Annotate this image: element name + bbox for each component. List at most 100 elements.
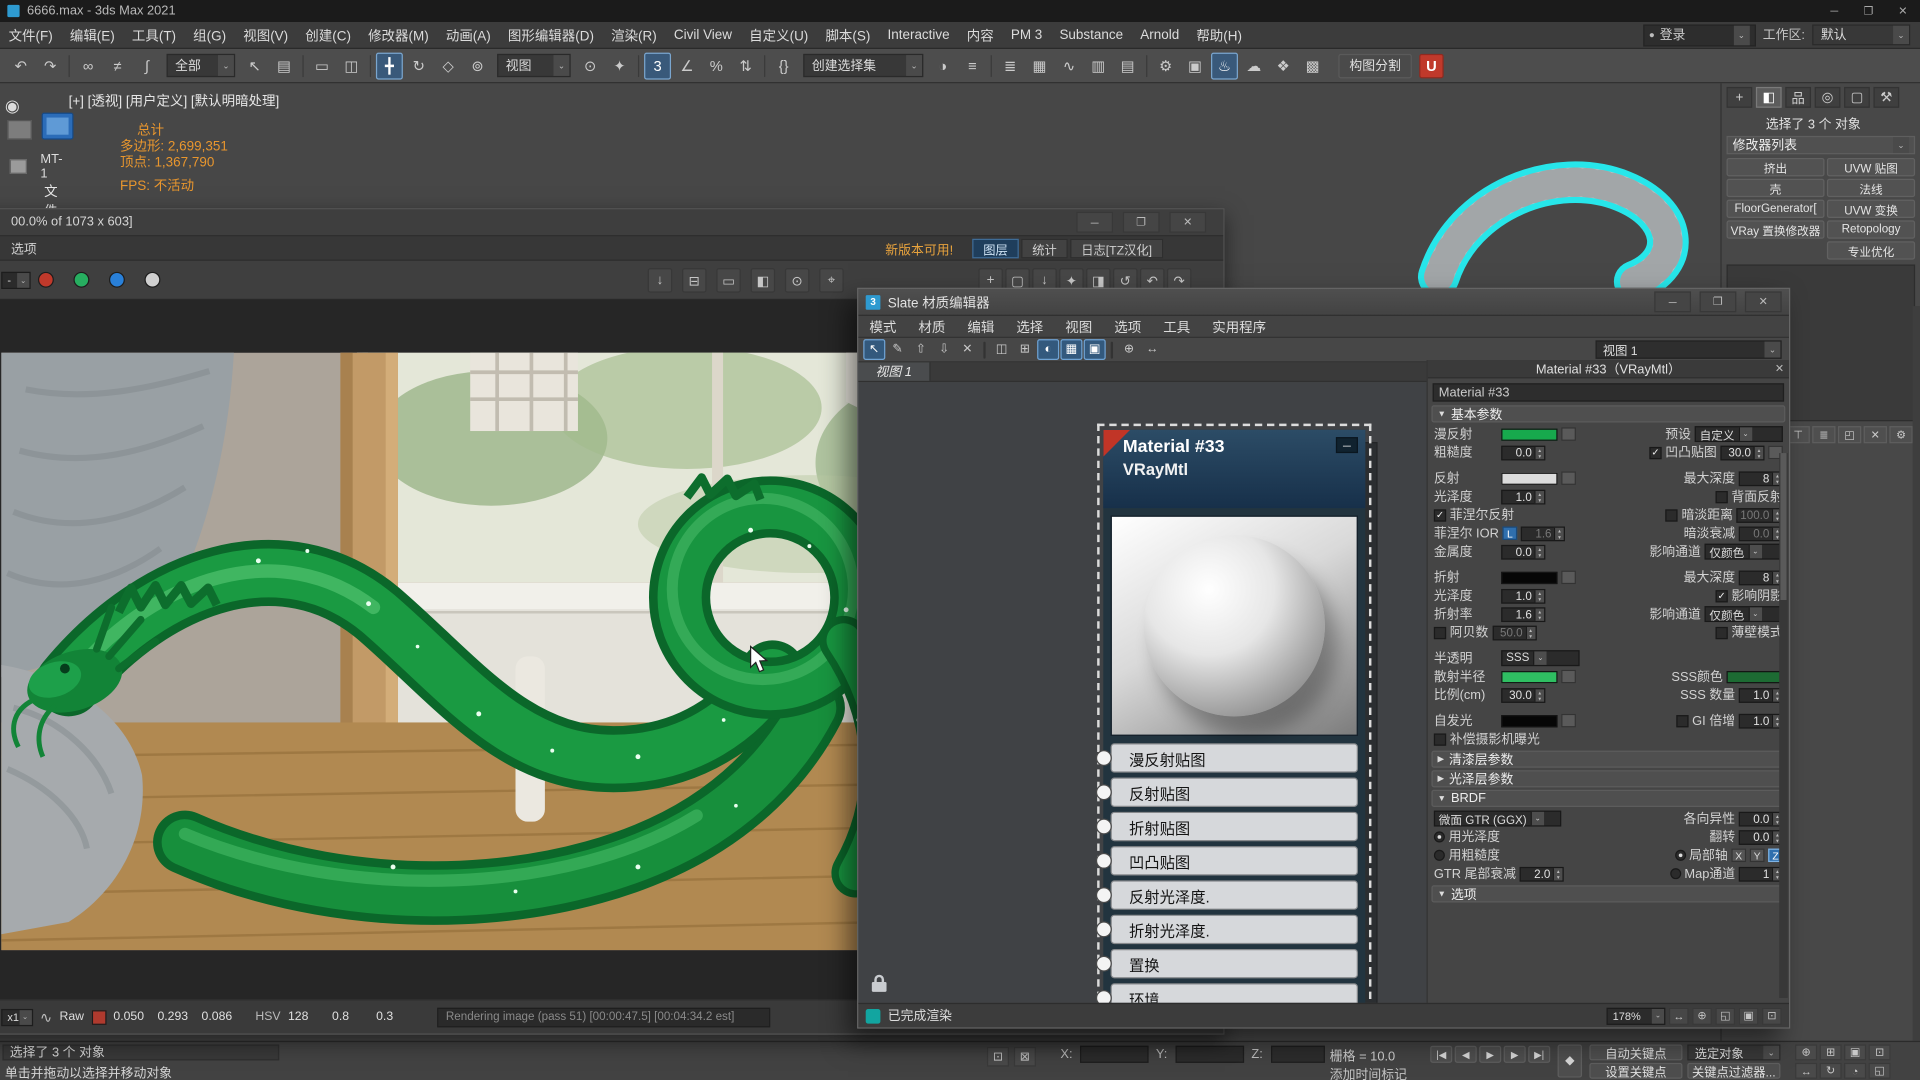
gi-checkbox[interactable] <box>1676 714 1688 726</box>
sss-amount-spinner[interactable]: 1.0▴▾ <box>1739 688 1783 703</box>
zoom-tool-icon[interactable]: ⊕ <box>1692 1007 1712 1024</box>
abbe-checkbox[interactable] <box>1434 626 1446 638</box>
view-selector-dropdown[interactable]: 视图 1 ⌄ <box>1596 340 1782 358</box>
local-axis-radio[interactable] <box>1674 850 1685 861</box>
zoom-all-icon[interactable]: ⊞ <box>1820 1044 1842 1060</box>
isolate-toggle-icon[interactable]: ⊡ <box>987 1047 1009 1067</box>
menu-item[interactable]: PM 3 <box>1002 22 1051 48</box>
render-gallery-icon[interactable]: ❖ <box>1270 52 1297 79</box>
node-slot[interactable]: 折射光泽度. <box>1111 915 1358 944</box>
reflect-max-depth-spinner[interactable]: 8▴▾ <box>1739 471 1783 486</box>
menu-item[interactable]: 组(G) <box>185 22 235 48</box>
close-button[interactable]: ✕ <box>1745 291 1782 312</box>
key-filter-dropdown[interactable]: 选定对象 ⌄ <box>1687 1044 1780 1060</box>
modifier-button[interactable]: 壳 <box>1727 179 1825 197</box>
menu-item[interactable]: 脚本(S) <box>817 22 879 48</box>
menu-item[interactable]: Arnold <box>1132 22 1188 48</box>
remove-modifier-icon[interactable]: ✕ <box>1864 426 1887 443</box>
material-node[interactable]: Material #33 VRayMtl ─ 漫反射贴图反射贴图折射贴图凹凸贴图… <box>1103 430 1365 1003</box>
slate-menu-item[interactable]: 实用程序 <box>1201 317 1277 337</box>
dim-distance-spinner[interactable]: 100.0▴▾ <box>1737 508 1783 523</box>
material-node-header[interactable]: Material #33 VRayMtl ─ <box>1103 430 1365 508</box>
show-thumbnails-icon[interactable]: ▣ <box>1084 339 1106 360</box>
window-crossing-icon[interactable]: ◫ <box>338 52 365 79</box>
render-production-icon[interactable]: ♨ <box>1211 52 1238 79</box>
configure-modifier-sets-icon[interactable]: ⚙ <box>1889 426 1912 443</box>
menu-item[interactable]: 自定义(U) <box>741 22 817 48</box>
qr-icon[interactable]: ▩ <box>1299 52 1326 79</box>
modifier-list-dropdown[interactable]: 修改器列表 ⌄ <box>1727 136 1916 154</box>
snap-toggle-icon[interactable]: 3 <box>644 52 671 79</box>
compensate-checkbox[interactable] <box>1434 733 1446 745</box>
modify-tab-icon[interactable]: ◧ <box>1756 87 1782 108</box>
auto-key-button[interactable]: 自动关键点 <box>1589 1044 1682 1060</box>
workspace-dropdown[interactable]: 默认 ⌄ <box>1812 24 1910 45</box>
toolbar-separator[interactable] <box>983 341 985 358</box>
sss-color-swatch[interactable] <box>1727 670 1783 682</box>
redo-icon[interactable]: ↷ <box>37 52 64 79</box>
file-icon[interactable] <box>10 159 27 174</box>
minimize-button[interactable]: ─ <box>1076 212 1113 233</box>
toolbar-separator[interactable] <box>991 54 992 76</box>
show-shaded-material-icon[interactable]: ◐ <box>1037 339 1059 360</box>
zoom-region-icon[interactable]: ◱ <box>1716 1007 1736 1024</box>
orbit-icon[interactable]: ↻ <box>1820 1063 1842 1079</box>
select-tool-icon[interactable]: ↖ <box>863 339 885 360</box>
dim-falloff-spinner[interactable]: 0.0▴▾ <box>1739 526 1783 541</box>
node-graph-area[interactable]: Material #33 VRayMtl ─ 漫反射贴图反射贴图折射贴图凹凸贴图… <box>858 382 1429 1003</box>
play-icon[interactable]: ▶ <box>1479 1046 1501 1063</box>
modifier-button[interactable]: FloorGenerator[ <box>1727 200 1825 218</box>
axis-y-button[interactable]: Y <box>1750 849 1765 862</box>
menu-item[interactable]: Interactive <box>879 22 958 48</box>
zoom-selected-icon[interactable]: ⊡ <box>1762 1007 1782 1024</box>
modifier-button[interactable]: Retopology <box>1827 220 1915 238</box>
menu-item[interactable]: Substance <box>1051 22 1132 48</box>
rollout-brdf[interactable]: ▼ BRDF <box>1431 790 1785 807</box>
modifier-button[interactable]: VRay 置换修改器 <box>1727 220 1825 238</box>
use-roughness-radio[interactable] <box>1434 850 1445 861</box>
fresnel-ior-spinner[interactable]: 1.6▴▾ <box>1521 526 1565 541</box>
select-object-icon[interactable]: ↖ <box>241 52 268 79</box>
undo-icon[interactable]: ↶ <box>7 52 34 79</box>
close-button[interactable]: ✕ <box>1169 212 1206 233</box>
scale-spinner[interactable]: 30.0▴▾ <box>1501 688 1545 703</box>
refract-max-depth-spinner[interactable]: 8▴▾ <box>1739 570 1783 585</box>
z-coordinate-field[interactable] <box>1271 1046 1325 1063</box>
rect-selection-icon[interactable]: ▭ <box>309 52 336 79</box>
toolbar-separator[interactable] <box>638 54 639 76</box>
region-render-icon[interactable]: ▭ <box>716 268 740 292</box>
rollout-sheen-parameters[interactable]: ▶ 光泽层参数 <box>1431 770 1785 787</box>
hierarchy-tab-icon[interactable]: 品 <box>1785 87 1811 108</box>
axis-x-button[interactable]: X <box>1731 849 1746 862</box>
lock-icon[interactable] <box>871 973 888 993</box>
layout-thumb-icon[interactable] <box>7 120 31 140</box>
maximize-viewport-icon[interactable]: ◱ <box>1869 1063 1891 1079</box>
thin-walled-checkbox[interactable] <box>1716 626 1728 638</box>
node-slot[interactable]: 反射贴图 <box>1111 778 1358 807</box>
named-selection-sets-dropdown[interactable]: 创建选择集 ⌄ <box>803 54 923 77</box>
affect-channels2-dropdown[interactable]: 仅颜色⌄ <box>1704 606 1782 622</box>
select-link-icon[interactable]: ∞ <box>75 52 102 79</box>
utilities-tab-icon[interactable]: ⚒ <box>1873 87 1899 108</box>
scene-explorer-icon[interactable]: ▤ <box>1114 52 1141 79</box>
schematic-view-icon[interactable]: ▥ <box>1085 52 1112 79</box>
gtr-tail-spinner[interactable]: 2.0▴▾ <box>1520 866 1564 881</box>
toolbar-separator[interactable] <box>370 54 371 76</box>
menu-item[interactable]: 工具(T) <box>123 22 184 48</box>
vfb-options-menu[interactable]: 选项 <box>11 240 37 258</box>
set-key-button[interactable]: 设置关键点 <box>1589 1063 1682 1079</box>
slate-menu-item[interactable]: 材质 <box>907 317 956 337</box>
diffuse-color-swatch[interactable] <box>1501 428 1557 440</box>
login-button[interactable]: ● 登录 ⌄ <box>1643 24 1756 46</box>
go-start-icon[interactable]: |◀ <box>1430 1046 1452 1063</box>
create-tab-icon[interactable]: + <box>1727 87 1753 108</box>
modifier-button[interactable]: 专业优化 <box>1827 241 1915 259</box>
new-version-notice[interactable]: 新版本可用! <box>885 241 953 259</box>
zoom-extents-all-icon[interactable]: ⊡ <box>1869 1044 1891 1060</box>
vfb-tab[interactable]: 图层 <box>972 239 1019 259</box>
zoom-extents-icon[interactable]: ▣ <box>1739 1007 1759 1024</box>
pan-tool-icon[interactable]: ↔ <box>1141 339 1163 360</box>
reflect-map-button[interactable] <box>1561 471 1576 484</box>
raw-mode-label[interactable]: Raw <box>59 1010 84 1023</box>
slate-menu-item[interactable]: 选择 <box>1005 317 1054 337</box>
